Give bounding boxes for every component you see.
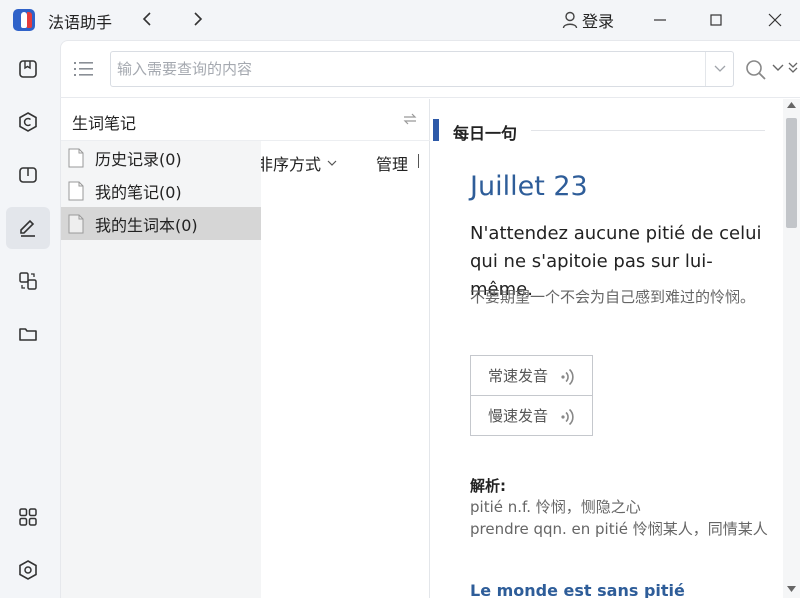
c-circle-icon [19,112,37,132]
notes-title: 生词笔记 [72,114,137,133]
login-label: 登录 [582,12,615,31]
sound-wave-icon [561,368,574,386]
chevron-down-icon [714,65,725,72]
chevron-down-icon [327,160,337,166]
rail-item-translate[interactable] [6,260,50,302]
notebook-menu: 历史记录(0) 我的笔记(0) 我的生词本(0) [61,141,261,598]
open-book-icon [19,167,37,183]
daily-sentence-panel: 每日一句 Juillet 23 N'attendez aucune pitié … [431,99,783,598]
slow-speed-button[interactable]: 慢速发音 [470,395,593,436]
login-button[interactable]: 登录 [562,8,614,32]
search-mode-chevron-icon[interactable] [772,64,784,72]
document-icon [68,148,84,167]
menu-item-label: 历史记录(0) [95,149,182,169]
chevron-left-icon [142,12,151,26]
translate-icon [19,272,37,290]
search-box [110,51,734,87]
user-icon [562,11,578,29]
menu-item-label: 我的生词本(0) [95,215,198,235]
scrollbar-thumb[interactable] [786,118,797,228]
apps-grid-icon [19,508,37,526]
edit-icon [20,219,35,237]
search-row [60,40,800,98]
manage-button[interactable]: 管理 [376,151,408,175]
sound-wave-icon [561,408,574,426]
menu-item-my-notes[interactable]: 我的笔记(0) [61,174,261,207]
close-icon [768,13,782,27]
normal-speed-label: 常速发音 [488,367,549,385]
minimize-icon [654,19,666,21]
daily-date: Juillet 23 [470,171,588,202]
rail-item-apps[interactable] [6,496,50,538]
forward-button[interactable] [186,6,210,32]
rail-item-reading[interactable] [6,154,50,196]
search-input[interactable] [111,52,701,86]
document-icon [68,181,84,200]
rail-item-dictionary[interactable] [6,48,50,90]
folder-icon [19,328,37,341]
maximize-icon [710,14,722,26]
close-button[interactable] [763,8,787,32]
maximize-button[interactable] [704,8,728,32]
left-rail [0,40,58,598]
analysis-title: 解析: [470,477,506,495]
list-menu-icon[interactable] [74,60,94,78]
menu-item-history[interactable]: 历史记录(0) [61,141,261,174]
title-bar: 法语助手 登录 [0,0,800,40]
analysis-line: prendre qqn. en pitié 怜悯某人，同情某人 [470,520,768,538]
book-icon [19,60,37,78]
minimize-button[interactable] [648,8,672,32]
settings-hex-icon [19,560,37,580]
search-icon[interactable] [744,58,770,82]
expand-chevrons-icon[interactable] [788,62,798,74]
daily-translation: 不要期望一个不会为自己感到难过的怜悯。 [470,288,756,306]
menu-item-vocab-book[interactable]: 我的生词本(0) [61,207,261,240]
next-sentence-title[interactable]: Le monde est sans pitié [470,581,685,598]
slow-speed-label: 慢速发音 [488,407,549,425]
rail-item-files[interactable] [6,313,50,355]
menu-item-label: 我的笔记(0) [95,182,182,202]
notes-header: 生词笔记 [61,99,430,141]
sort-dropdown[interactable]: 非序方式 [257,151,337,175]
chevron-right-icon [194,12,203,26]
document-icon [68,214,84,233]
section-marker [433,119,439,141]
normal-speed-button[interactable]: 常速发音 [470,355,593,396]
swap-icon[interactable] [403,113,417,125]
rail-item-settings[interactable] [6,549,50,591]
scroll-up-arrow-icon[interactable] [787,102,796,108]
analysis-line: pitié n.f. 怜悯，恻隐之心 [470,498,641,516]
rail-item-conjugation[interactable] [6,101,50,143]
app-title: 法语助手 [48,13,113,32]
sort-label: 非序方式 [257,155,322,174]
app-logo-icon [13,9,35,31]
search-history-dropdown[interactable] [705,52,733,86]
divider [531,130,765,131]
rail-item-notes[interactable] [6,207,50,249]
scroll-down-arrow-icon[interactable] [787,586,796,592]
back-button[interactable] [136,6,160,32]
section-title: 每日一句 [453,124,518,143]
divider [418,154,419,168]
